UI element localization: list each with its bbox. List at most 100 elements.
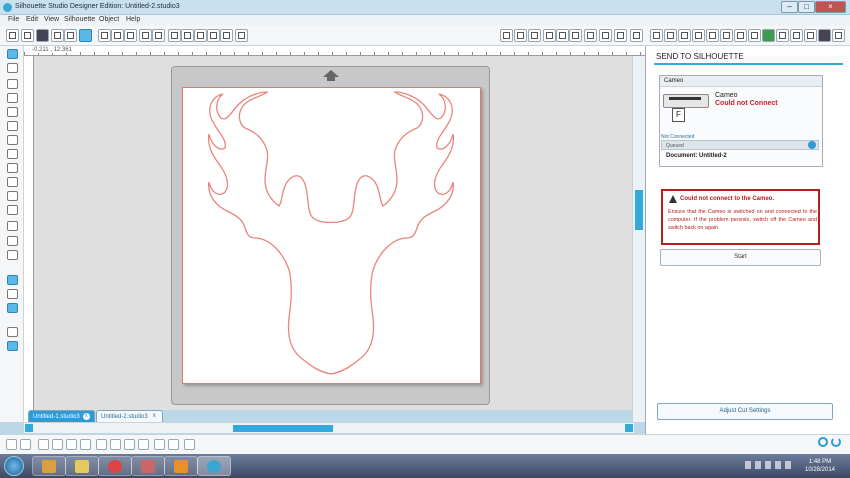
tray-volume-icon[interactable] — [785, 461, 791, 469]
taskbar-clock[interactable]: 1:48 PM 10/28/2014 — [800, 458, 840, 474]
line-color-icon[interactable] — [556, 29, 569, 42]
ellipse-tool-icon[interactable] — [7, 121, 18, 131]
open-icon[interactable] — [21, 29, 34, 42]
start-button[interactable]: Start — [660, 249, 821, 266]
zoom-in-icon[interactable] — [181, 29, 194, 42]
pixscan-icon[interactable] — [734, 29, 747, 42]
drag-zoom-icon[interactable] — [220, 29, 233, 42]
page-settings-icon[interactable] — [500, 29, 513, 42]
redo-icon[interactable] — [152, 29, 165, 42]
print-icon[interactable] — [51, 29, 64, 42]
design-library-icon[interactable] — [7, 275, 18, 285]
layers-icon[interactable] — [720, 29, 733, 42]
vertical-scroll-thumb[interactable] — [635, 190, 643, 230]
send-to-back-icon[interactable] — [138, 439, 149, 450]
menu-silhouette[interactable]: Silhouette — [64, 16, 95, 23]
online-store-icon[interactable] — [706, 29, 719, 42]
scroll-left-button[interactable] — [25, 424, 33, 432]
taskbar-explorer[interactable] — [65, 456, 99, 476]
new-document-icon[interactable] — [6, 29, 19, 42]
ungroup-icon[interactable] — [52, 439, 63, 450]
fill-color-icon[interactable] — [543, 29, 556, 42]
horizontal-scrollbar[interactable] — [24, 422, 634, 433]
menu-object[interactable]: Object — [99, 16, 119, 23]
paste-icon[interactable] — [124, 29, 137, 42]
weld-icon[interactable] — [154, 439, 165, 450]
polygon-tool-icon[interactable] — [7, 135, 18, 145]
view-toggle-icon[interactable] — [7, 327, 18, 337]
minimize-button[interactable]: – — [781, 1, 798, 13]
offset-icon[interactable] — [650, 29, 663, 42]
deselect-icon[interactable] — [20, 439, 31, 450]
fill-pattern-icon[interactable] — [748, 29, 761, 42]
queue-row[interactable]: Queued — [661, 140, 819, 150]
refresh-icon[interactable] — [831, 437, 841, 447]
horizontal-scroll-thumb[interactable] — [233, 425, 333, 432]
tray-flag-icon[interactable] — [765, 461, 771, 469]
tab-untitled-2[interactable]: Untitled-2.studio3 x — [96, 410, 163, 422]
trace-bottom-icon[interactable] — [184, 439, 195, 450]
registration-marks-icon[interactable] — [528, 29, 541, 42]
save-icon[interactable] — [36, 29, 49, 42]
design-page[interactable] — [182, 87, 481, 384]
menu-file[interactable]: File — [8, 16, 19, 23]
maximize-button[interactable]: □ — [798, 1, 815, 13]
offset-bottom-icon[interactable] — [168, 439, 179, 450]
knife-icon[interactable] — [804, 29, 817, 42]
close-tab-icon[interactable]: x — [151, 413, 158, 420]
modify-icon[interactable] — [630, 29, 643, 42]
freehand-tool-icon[interactable] — [7, 177, 18, 187]
vertical-scrollbar[interactable] — [632, 56, 645, 422]
grid-settings-icon[interactable] — [514, 29, 527, 42]
taskbar-paint-app[interactable] — [32, 456, 66, 476]
arc-tool-icon[interactable] — [7, 163, 18, 173]
scroll-right-button[interactable] — [625, 424, 633, 432]
print-cut-icon[interactable] — [64, 29, 77, 42]
adjust-cut-settings-button[interactable]: Adjust Cut Settings — [657, 403, 833, 420]
curve-tool-icon[interactable] — [7, 149, 18, 159]
rounded-rectangle-tool-icon[interactable] — [7, 107, 18, 117]
select-tool-icon[interactable] — [7, 49, 18, 59]
image-library-icon[interactable] — [7, 289, 18, 299]
rectangle-tool-icon[interactable] — [7, 93, 18, 103]
cut-icon[interactable] — [98, 29, 111, 42]
line-tool-icon[interactable] — [7, 79, 18, 89]
zoom-selection-icon[interactable] — [207, 29, 220, 42]
taskbar-outlook[interactable] — [164, 456, 198, 476]
transform-icon[interactable] — [599, 29, 612, 42]
send-to-silhouette-icon[interactable] — [79, 29, 92, 42]
taskbar-silhouette-studio[interactable] — [197, 456, 231, 476]
smooth-freehand-icon[interactable] — [7, 191, 18, 201]
tray-arrow-icon[interactable] — [745, 461, 751, 469]
release-compound-icon[interactable] — [80, 439, 91, 450]
duplicate-icon[interactable] — [96, 439, 107, 450]
undo-icon[interactable] — [139, 29, 152, 42]
taskbar-snipping-tool[interactable] — [131, 456, 165, 476]
bring-to-front-icon[interactable] — [124, 439, 135, 450]
text-style-icon[interactable] — [584, 29, 597, 42]
align-icon[interactable] — [790, 29, 803, 42]
trace-icon[interactable] — [664, 29, 677, 42]
regular-polygon-icon[interactable] — [7, 205, 18, 215]
close-tab-icon[interactable]: x — [82, 413, 90, 420]
deer-head-design[interactable] — [183, 88, 480, 383]
fit-to-window-icon[interactable] — [235, 29, 248, 42]
group-icon[interactable] — [38, 439, 49, 450]
delete-icon[interactable] — [110, 439, 121, 450]
taskbar-chrome[interactable] — [98, 456, 132, 476]
settings-gear-icon[interactable] — [818, 437, 828, 447]
queue-expand-icon[interactable] — [808, 141, 816, 149]
menu-edit[interactable]: Edit — [26, 16, 38, 23]
zoom-out-icon[interactable] — [194, 29, 207, 42]
line-style-icon[interactable] — [569, 29, 582, 42]
grid-view-icon[interactable] — [7, 341, 18, 351]
menu-help[interactable]: Help — [126, 16, 140, 23]
text-tool-icon[interactable] — [7, 221, 18, 231]
replicate-icon[interactable] — [614, 29, 627, 42]
copy-icon[interactable] — [111, 29, 124, 42]
panel-toggle-icon[interactable] — [832, 29, 845, 42]
sketch-icon[interactable] — [776, 29, 789, 42]
rhinestone-icon[interactable] — [762, 29, 775, 42]
online-store-side-icon[interactable] — [7, 303, 18, 313]
send-panel-icon[interactable] — [818, 29, 831, 42]
